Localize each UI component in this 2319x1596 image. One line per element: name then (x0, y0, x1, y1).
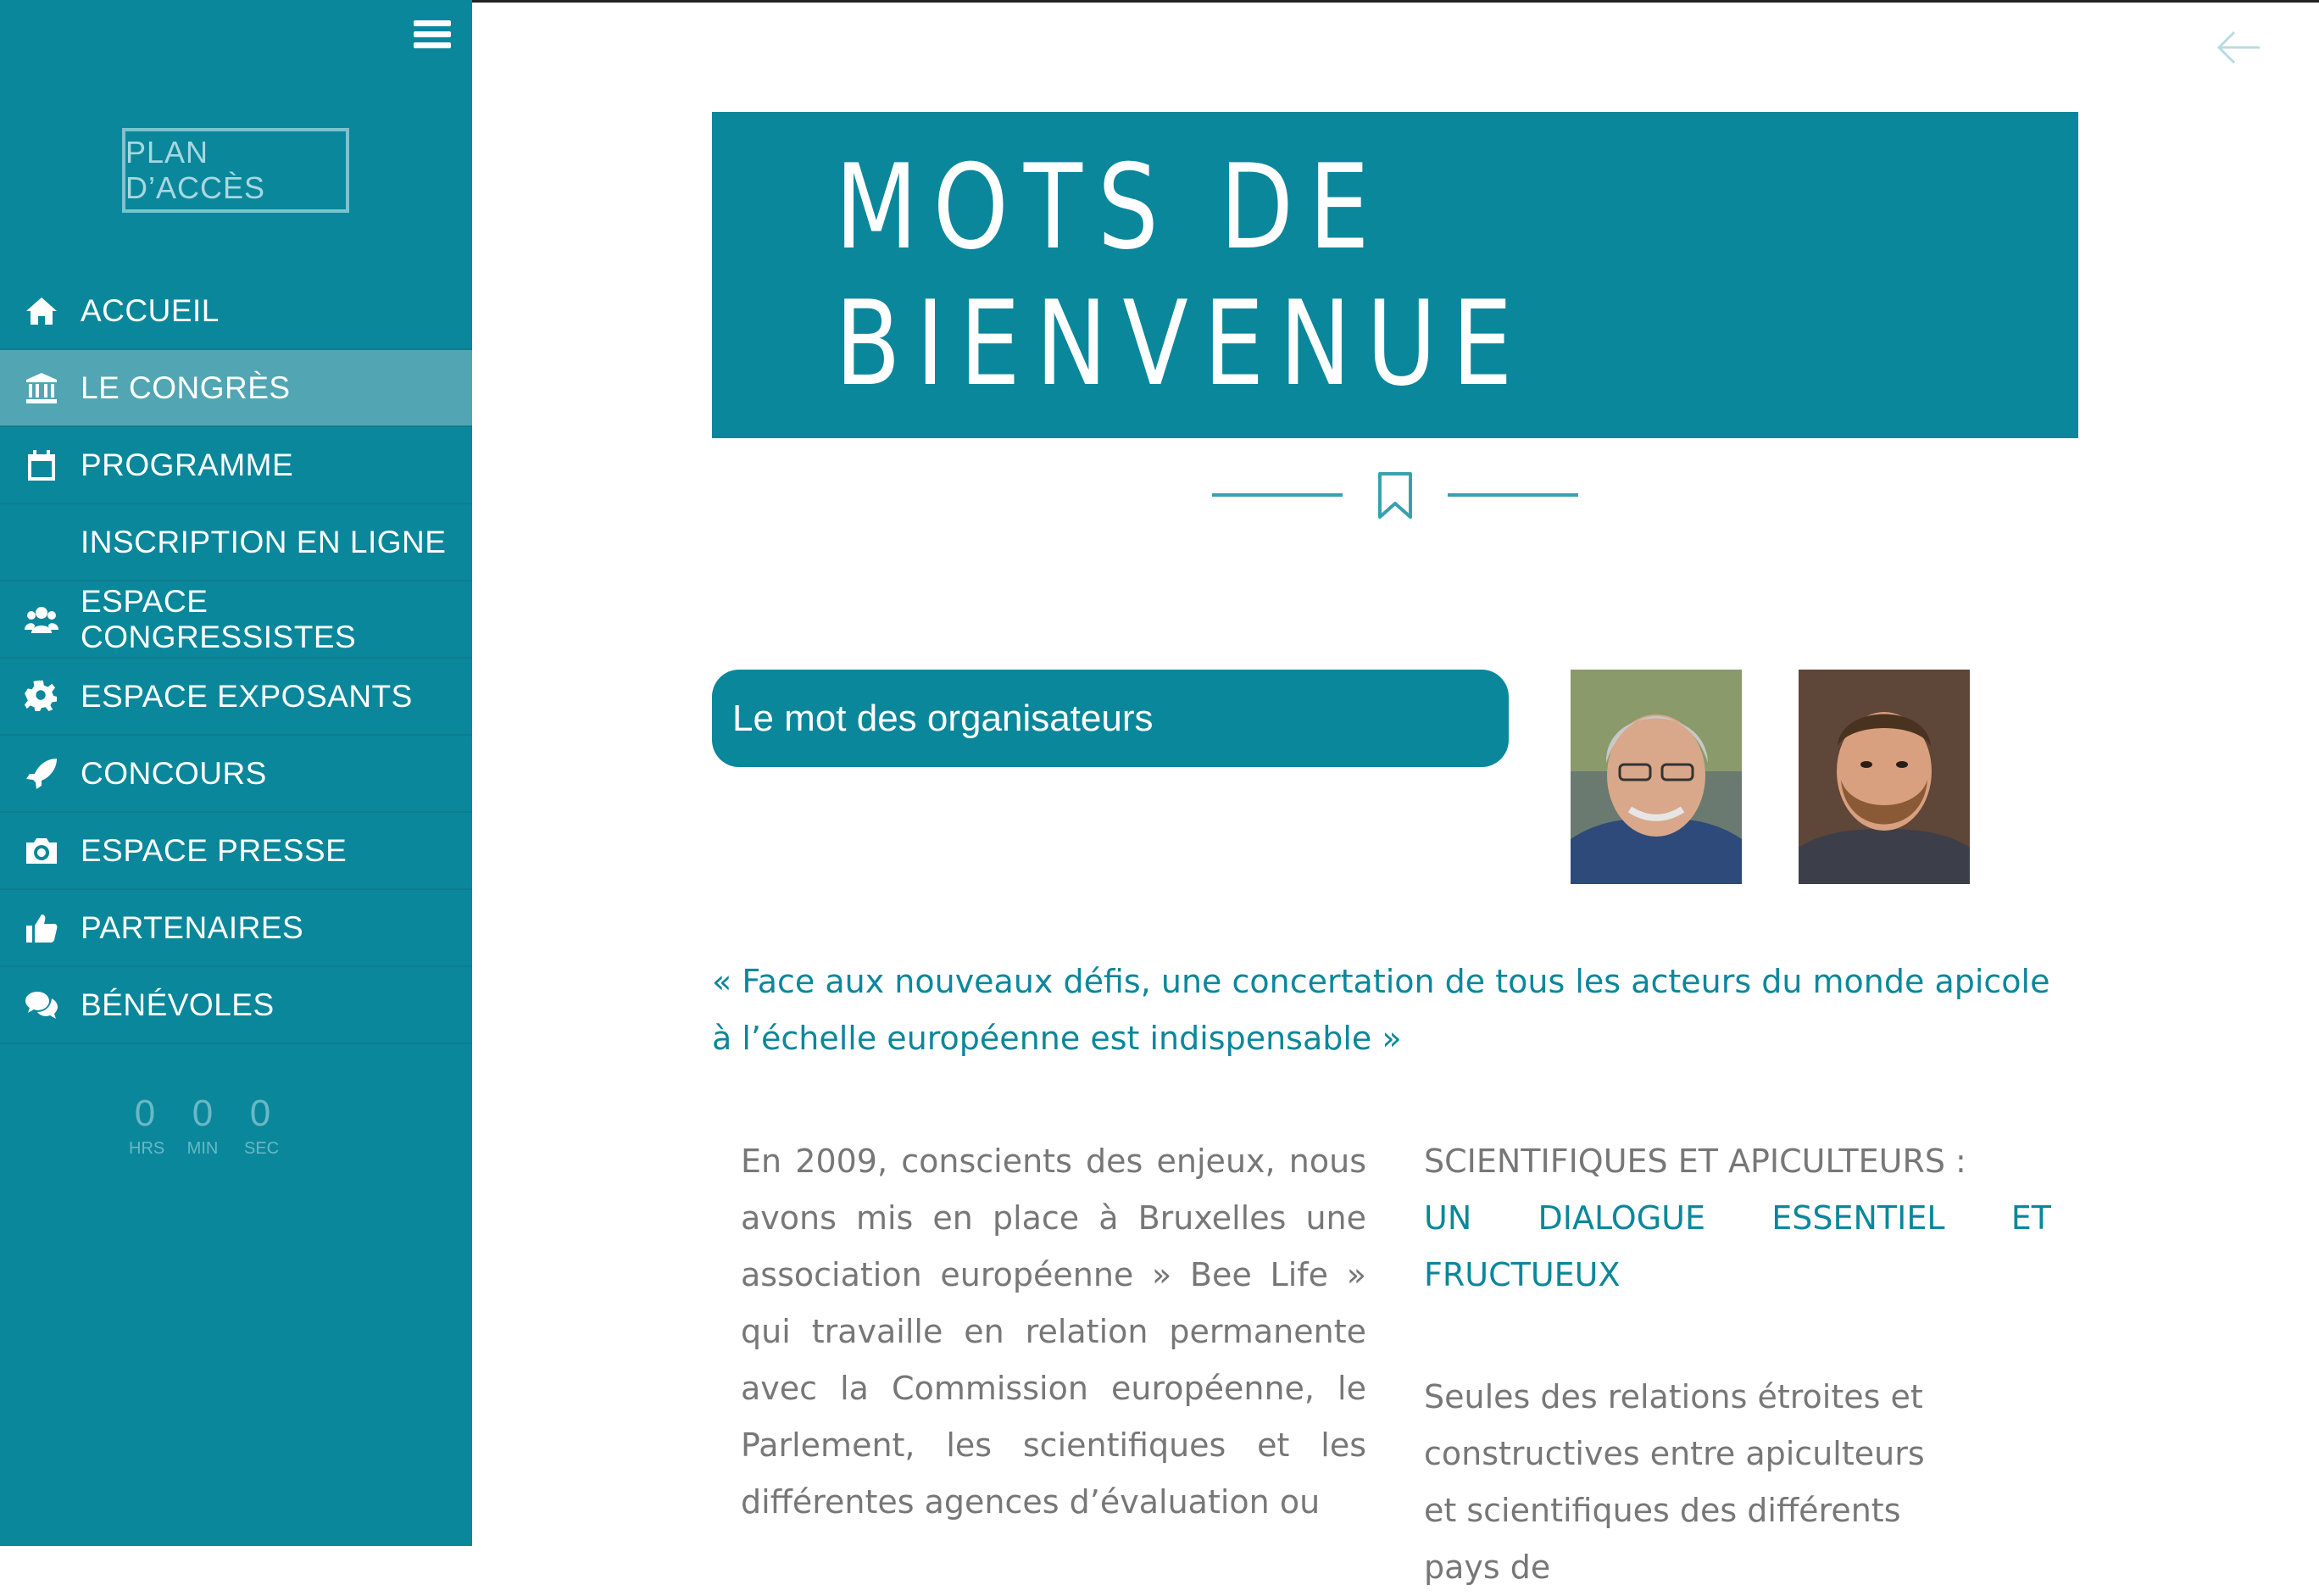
sidebar-item-label: ACCUEIL (81, 292, 220, 328)
organizers-quote: « Face aux nouveaux défis, une concertat… (712, 963, 2050, 1057)
countdown-seconds-value: 0 (249, 1093, 271, 1134)
sidebar-item-label: ESPACE EXPOSANTS (81, 678, 413, 714)
sidebar-item-label: ESPACE PRESSE (81, 832, 348, 868)
top-border (472, 0, 2319, 3)
sidebar-item-partenaires[interactable]: PARTENAIRES (0, 890, 472, 967)
camera-icon (22, 831, 61, 870)
sidebar-item-label: LE CONGRÈS (81, 370, 291, 405)
sidebar: PLAN D’ACCÈS ACCUEIL LE CONGRÈS PROGRAMM… (0, 0, 472, 1546)
left-column-text: En 2009, conscients des enjeux, nous avo… (741, 1143, 1366, 1521)
sidebar-item-label: BÉNÉVOLES (81, 987, 275, 1022)
right-column-heading-1: SCIENTIFIQUES ET APICULTEURS : (1424, 1143, 1966, 1180)
page-title-banner: MOTS DE BIENVENUE (712, 112, 2078, 438)
countdown-minutes: 0 MIN (186, 1093, 219, 1159)
gear-icon (22, 677, 61, 716)
countdown-seconds: 0 SEC (244, 1093, 280, 1159)
countdown-seconds-label: SEC (244, 1139, 280, 1158)
countdown-timer: 0 HRS 0 MIN 0 SEC (129, 1093, 280, 1159)
chat-bubbles-icon (22, 986, 61, 1025)
thumbs-up-icon (22, 909, 61, 948)
section-title: Le mot des organisateurs (712, 670, 1509, 767)
divider-line-left (1212, 493, 1343, 497)
organizer-photo-1 (1571, 670, 1742, 884)
countdown-hours: 0 HRS (129, 1093, 165, 1159)
sidebar-item-benevoles[interactable]: BÉNÉVOLES (0, 967, 472, 1044)
plan-acces-button[interactable]: PLAN D’ACCÈS (122, 128, 349, 213)
bookmark-icon (1378, 472, 1412, 519)
rocket-icon (22, 754, 61, 793)
organizer-photo-2 (1799, 670, 1970, 884)
right-column-heading-2: UN DIALOGUE ESSENTIEL ET FRUCTUEUX (1424, 1199, 2051, 1293)
sidebar-item-espace-exposants[interactable]: ESPACE EXPOSANTS (0, 659, 472, 736)
sidebar-item-label: CONCOURS (81, 755, 267, 791)
countdown-minutes-label: MIN (186, 1139, 219, 1158)
right-column: SCIENTIFIQUES ET APICULTEURS : UN DIALOG… (1424, 1133, 2051, 1596)
sidebar-item-le-congres[interactable]: LE CONGRÈS (0, 350, 472, 427)
calendar-icon (22, 446, 61, 485)
countdown-hours-label: HRS (129, 1139, 165, 1158)
sidebar-item-label: INSCRIPTION EN LIGNE (81, 524, 447, 559)
page-title: MOTS DE BIENVENUE (835, 138, 1528, 412)
back-arrow-icon[interactable] (2216, 27, 2263, 68)
countdown-minutes-value: 0 (192, 1093, 214, 1134)
home-icon (22, 292, 61, 331)
sidebar-item-label: ESPACE CONGRESSISTES (81, 583, 357, 654)
hamburger-menu-icon[interactable] (414, 20, 451, 53)
users-icon (22, 600, 61, 639)
sidebar-item-concours[interactable]: CONCOURS (0, 736, 472, 813)
institution-icon (22, 369, 61, 408)
sidebar-item-label: PARTENAIRES (81, 909, 304, 945)
right-column-body: Seules des relations étroites et constru… (1424, 1378, 1925, 1586)
sidebar-item-inscription[interactable]: INSCRIPTION EN LIGNE (0, 504, 472, 581)
sidebar-item-accueil[interactable]: ACCUEIL (0, 273, 472, 350)
title-divider (1210, 471, 1580, 520)
sidebar-item-programme[interactable]: PROGRAMME (0, 427, 472, 504)
countdown-hours-value: 0 (134, 1093, 156, 1134)
sidebar-item-espace-congressistes[interactable]: ESPACE CONGRESSISTES (0, 581, 472, 659)
sidebar-menu: ACCUEIL LE CONGRÈS PROGRAMME INSCRIPTION… (0, 273, 472, 1044)
divider-line-right (1448, 493, 1578, 497)
sidebar-item-label: PROGRAMME (81, 447, 294, 482)
sidebar-item-espace-presse[interactable]: ESPACE PRESSE (0, 813, 472, 890)
